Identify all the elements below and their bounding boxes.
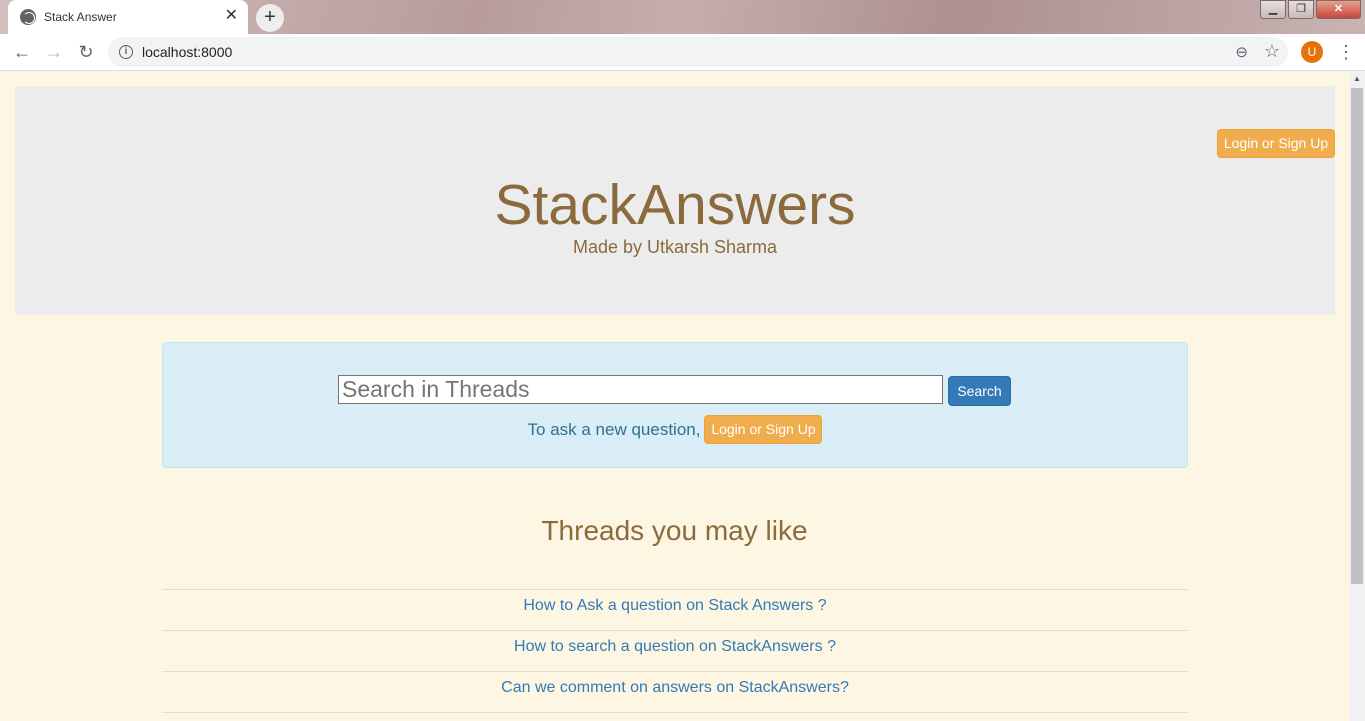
page-scrollbar[interactable]: ▲ xyxy=(1349,72,1365,721)
search-panel: Search To ask a new question, Login or S… xyxy=(162,342,1188,468)
search-button[interactable]: Search xyxy=(948,376,1011,406)
back-icon[interactable]: ← xyxy=(10,41,34,65)
profile-avatar[interactable]: U xyxy=(1301,41,1323,63)
scrollbar-thumb[interactable] xyxy=(1351,88,1363,584)
thread-link[interactable]: How to Ask a question on Stack Answers ? xyxy=(162,589,1188,630)
site-byline: Made by Utkarsh Sharma xyxy=(572,237,778,257)
forward-icon[interactable]: → xyxy=(42,41,66,65)
new-tab-button[interactable]: + xyxy=(256,4,284,32)
ask-login-signup-button[interactable]: Login or Sign Up xyxy=(704,415,823,444)
info-icon[interactable]: i xyxy=(119,45,133,59)
url-text[interactable]: localhost:8000 xyxy=(142,44,232,60)
reload-icon[interactable]: ↻ xyxy=(74,41,98,65)
ask-question-row: To ask a new question, Login or Sign Up xyxy=(163,415,1187,444)
minimize-button[interactable]: ▁ xyxy=(1260,0,1286,19)
close-window-button[interactable]: ✕ xyxy=(1316,0,1361,19)
search-input[interactable] xyxy=(338,375,943,404)
restore-button[interactable]: ❐ xyxy=(1288,0,1314,19)
threads-heading: Threads you may like xyxy=(541,515,808,546)
thread-divider xyxy=(162,712,1188,721)
thread-link[interactable]: How to search a question on StackAnswers… xyxy=(162,630,1188,671)
site-title: StackAnswers xyxy=(494,173,856,237)
tab-strip: Stack Answer ✕ + ▁ ❐ ✕ xyxy=(0,0,1365,34)
tab-title: Stack Answer xyxy=(44,10,117,24)
close-tab-icon[interactable]: ✕ xyxy=(225,8,238,24)
menu-kebab-icon[interactable]: ⋮ xyxy=(1337,41,1355,63)
thread-link[interactable]: Can we comment on answers on StackAnswer… xyxy=(162,671,1188,712)
globe-icon xyxy=(20,9,36,25)
site-header: Login or Sign Up StackAnswers Made by Ut… xyxy=(15,86,1335,315)
ask-question-text: To ask a new question, xyxy=(527,419,701,439)
thread-list: How to Ask a question on Stack Answers ?… xyxy=(162,589,1188,721)
login-signup-button[interactable]: Login or Sign Up xyxy=(1217,129,1335,158)
browser-tab[interactable]: Stack Answer ✕ xyxy=(8,0,248,34)
zoom-icon[interactable]: ⊖ xyxy=(1235,43,1248,61)
address-bar[interactable]: i localhost:8000 ⊖ ☆ xyxy=(108,37,1288,67)
browser-toolbar: ← → ↻ i localhost:8000 ⊖ ☆ xyxy=(0,34,1365,71)
bookmark-star-icon[interactable]: ☆ xyxy=(1264,41,1280,62)
scroll-up-arrow-icon[interactable]: ▲ xyxy=(1353,74,1361,83)
window-controls: ▁ ❐ ✕ xyxy=(1258,0,1361,19)
